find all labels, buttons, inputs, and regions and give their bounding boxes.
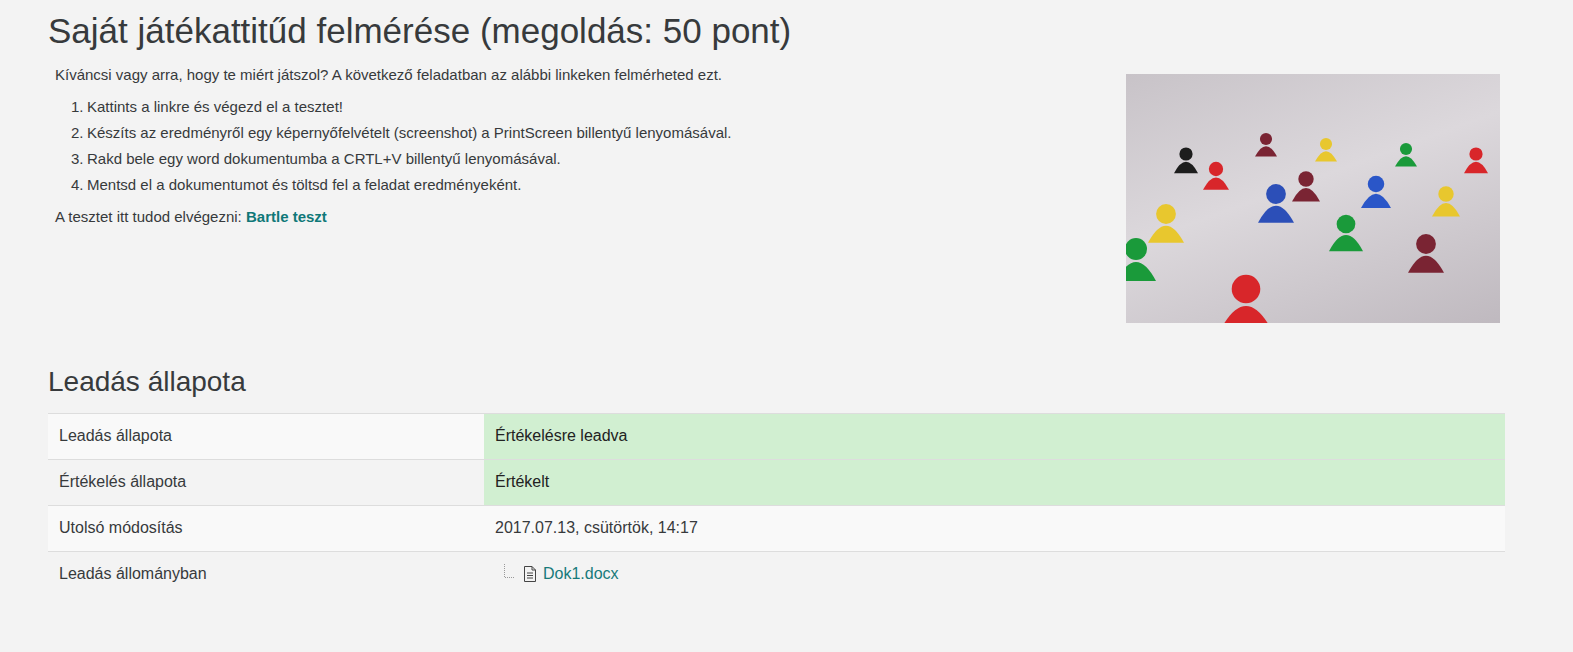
step-item: 3.Rakd bele egy word dokumentumba a CRTL… <box>71 146 1102 172</box>
step-text: Rakd bele egy word dokumentumba a CRTL+V… <box>87 146 561 172</box>
status-row: Leadás állományban Dok1.docx <box>48 551 1505 597</box>
document-icon <box>521 565 539 583</box>
game-pieces-photo <box>1126 74 1500 323</box>
tree-connector-icon <box>503 564 517 584</box>
status-label: Utolsó módosítás <box>48 505 484 551</box>
page-title: Saját játékattitűd felmérése (megoldás: … <box>48 10 1505 52</box>
status-value-cell: Értékelésre leadva <box>484 413 1505 459</box>
status-heading: Leadás állapota <box>48 365 1505 399</box>
status-row: Leadás állapota Értékelésre leadva <box>48 413 1505 459</box>
status-label: Értékelés állapota <box>48 459 484 505</box>
status-value-cell: 2017.07.13, csütörtök, 14:17 <box>484 505 1505 551</box>
status-value: Értékelt <box>495 473 549 490</box>
intro-text: Kíváncsi vagy arra, hogy te miért játszo… <box>55 64 1102 86</box>
test-link-line: A tesztet itt tudod elvégezni: Bartle te… <box>55 206 1102 228</box>
status-value: 2017.07.13, csütörtök, 14:17 <box>495 519 698 536</box>
status-value: Értékelésre leadva <box>495 427 628 444</box>
status-label: Leadás állapota <box>48 413 484 459</box>
bartle-test-link[interactable]: Bartle teszt <box>246 208 327 225</box>
step-item: 1.Kattints a linkre és végezd el a teszt… <box>71 94 1102 120</box>
file-entry: Dok1.docx <box>495 562 1494 586</box>
status-value-cell: Dok1.docx <box>484 551 1505 597</box>
step-text: Készíts az eredményről egy képernyőfelvé… <box>87 120 731 146</box>
task-description: Kíváncsi vagy arra, hogy te miért játszo… <box>48 64 1102 228</box>
steps-list: 1.Kattints a linkre és végezd el a teszt… <box>55 94 1102 198</box>
status-row: Utolsó módosítás 2017.07.13, csütörtök, 1… <box>48 505 1505 551</box>
step-number: 1. <box>71 94 87 120</box>
status-row: Értékelés állapota Értékelt <box>48 459 1505 505</box>
task-section: Kíváncsi vagy arra, hogy te miért játszo… <box>48 64 1505 323</box>
status-value-cell: Értékelt <box>484 459 1505 505</box>
step-text: Mentsd el a dokumentumot és töltsd fel a… <box>87 172 521 198</box>
status-label: Leadás állományban <box>48 551 484 597</box>
step-number: 2. <box>71 120 87 146</box>
status-table: Leadás állapota Értékelésre leadva Értékel… <box>48 413 1505 598</box>
file-link[interactable]: Dok1.docx <box>543 562 619 586</box>
step-item: 4.Mentsd el a dokumentumot és töltsd fel… <box>71 172 1102 198</box>
step-item: 2.Készíts az eredményről egy képernyőfel… <box>71 120 1102 146</box>
test-link-prefix: A tesztet itt tudod elvégezni: <box>55 208 242 225</box>
step-text: Kattints a linkre és végezd el a tesztet… <box>87 94 343 120</box>
step-number: 3. <box>71 146 87 172</box>
step-number: 4. <box>71 172 87 198</box>
